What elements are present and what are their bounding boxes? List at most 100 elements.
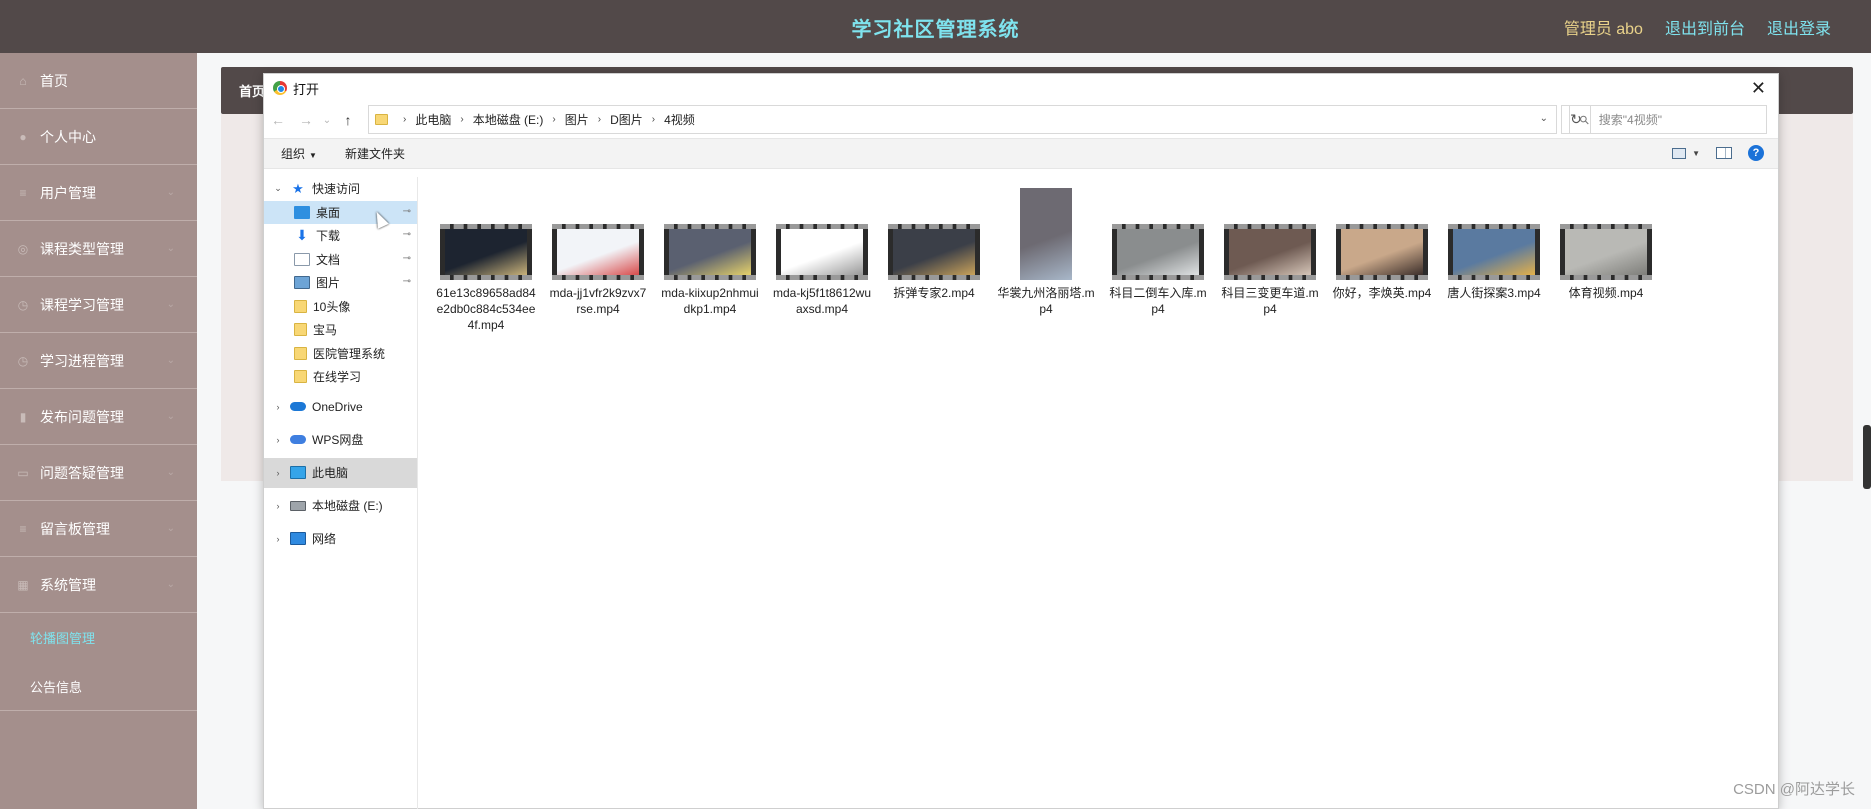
pic-icon <box>294 276 310 290</box>
path-segment[interactable]: 此电脑 <box>415 111 451 128</box>
back-icon[interactable]: ← <box>264 112 292 128</box>
desk-icon <box>294 205 310 219</box>
tree-item[interactable]: 文档 ⊸ <box>264 248 417 272</box>
path-segment[interactable]: 4视频 <box>664 111 695 128</box>
tree-item[interactable]: 桌面 ⊸ <box>264 200 417 224</box>
sidebar-item-8[interactable]: ≡ 留言板管理 ⌄ <box>0 501 197 557</box>
admin-label: 管理员 abo <box>1563 21 1643 38</box>
forward-icon[interactable]: → <box>292 112 320 128</box>
sidebar-item-4[interactable]: ◷ 课程学习管理 ⌄ <box>0 277 197 333</box>
sidebar-item-1[interactable]: ● 个人中心 <box>0 109 197 165</box>
video-thumbnail <box>440 224 532 280</box>
video-thumbnail <box>1336 224 1428 280</box>
sidebar-item-label: 首页 <box>40 72 68 89</box>
chevron-right-icon[interactable]: › <box>272 501 284 511</box>
organize-button[interactable]: 组织 ▼ <box>281 145 317 162</box>
breadcrumb[interactable]: 首页 <box>239 81 265 100</box>
chevron-right-icon[interactable]: › <box>272 402 284 412</box>
path-segment[interactable]: 本地磁盘 (E:) <box>473 111 544 128</box>
file-item[interactable]: mda-jj1vfr2k9zvx7rse.mp4 <box>542 184 654 333</box>
pin-icon[interactable]: ⊸ <box>403 206 411 217</box>
chevron-down-icon[interactable]: ⌄ <box>272 183 284 194</box>
fold-icon <box>294 370 307 384</box>
sidebar-item-label: 系统管理 <box>40 576 96 593</box>
preview-pane-icon[interactable] <box>1716 147 1732 159</box>
pin-icon[interactable]: ⊸ <box>403 253 411 264</box>
fold-icon <box>294 323 307 337</box>
file-name: 科目二倒车入库.mp4 <box>1109 286 1207 316</box>
file-item[interactable]: mda-kiixup2nhmuidkp1.mp4 <box>654 184 766 333</box>
file-name: 唐人街探案3.mp4 <box>1447 286 1541 300</box>
chevron-right-icon[interactable]: › <box>272 468 284 478</box>
chevron-right-icon[interactable]: › <box>272 534 284 544</box>
dialog-toolbar: 组织 ▼ 新建文件夹 ▼ ? <box>264 138 1778 169</box>
new-folder-button[interactable]: 新建文件夹 <box>345 145 405 162</box>
tree-item[interactable]: ⌄ ★ 快速访问 <box>264 177 417 201</box>
tree-item[interactable]: › OneDrive <box>264 392 417 422</box>
sidebar-subitem-0[interactable]: 轮播图管理 <box>0 613 197 662</box>
chevron-down-icon: ⌄ <box>166 523 175 534</box>
recent-locations-icon[interactable]: ⌄ <box>320 115 334 126</box>
home-icon: ⌂ <box>19 73 27 88</box>
tree-item[interactable]: › 此电脑 <box>264 457 417 488</box>
tree-item[interactable]: › 本地磁盘 (E:) <box>264 491 417 521</box>
help-icon[interactable]: ? <box>1748 145 1764 161</box>
sidebar-item-label: 发布问题管理 <box>40 408 124 425</box>
sidebar-item-2[interactable]: ≡ 用户管理 ⌄ <box>0 165 197 221</box>
chevron-down-icon[interactable]: ▼ <box>1692 149 1700 158</box>
tree-item[interactable]: 医院管理系统 <box>264 342 417 366</box>
file-item[interactable]: 科目二倒车入库.mp4 <box>1102 184 1214 333</box>
search-input[interactable]: ⚲ 搜索"4视频" <box>1569 105 1767 134</box>
file-item[interactable]: 61e13c89658ad84e2db0c884c534ee4f.mp4 <box>430 184 542 333</box>
book-icon: ◷ <box>17 297 29 312</box>
sidebar-subitem-1[interactable]: 公告信息 <box>0 662 197 711</box>
up-icon[interactable]: ↑ <box>334 112 362 128</box>
tree-item[interactable]: 在线学习 <box>264 365 417 389</box>
tree-item[interactable]: 10头像 <box>264 295 417 319</box>
close-icon[interactable]: ✕ <box>1751 78 1766 99</box>
sidebar-item-5[interactable]: ◷ 学习进程管理 ⌄ <box>0 333 197 389</box>
tag-icon: ◎ <box>17 241 29 256</box>
path-segment[interactable]: 图片 <box>565 111 589 128</box>
logout-link[interactable]: 退出登录 <box>1767 15 1831 39</box>
file-item[interactable]: 科目三变更车道.mp4 <box>1214 184 1326 333</box>
tree-item-label: 医院管理系统 <box>313 346 386 361</box>
sidebar-item-label: 个人中心 <box>40 128 96 145</box>
tree-item[interactable]: › WPS网盘 <box>264 425 417 455</box>
sidebar-item-label: 留言板管理 <box>40 520 110 537</box>
video-thumbnail <box>1448 224 1540 280</box>
address-bar[interactable]: › 此电脑 › 本地磁盘 (E:) › 图片 › D图片 › 4视频 ⌄ <box>368 105 1557 134</box>
sidebar-item-3[interactable]: ◎ 课程类型管理 ⌄ <box>0 221 197 277</box>
file-item[interactable]: 拆弹专家2.mp4 <box>878 184 990 333</box>
sidebar-item-9[interactable]: ▦ 系统管理 ⌄ <box>0 557 197 613</box>
sidebar: ⌂ 首页 ● 个人中心 ≡ 用户管理 ⌄ ◎ 课程类型管理 ⌄ ◷ 课程学习管理 ⌄ ◷ 学习进程管理 ⌄ ▮ 发… <box>0 53 197 809</box>
path-segment[interactable]: D图片 <box>610 111 643 128</box>
sidebar-item-7[interactable]: ▭ 问题答疑管理 ⌄ <box>0 445 197 501</box>
file-item[interactable]: mda-kj5f1t8612wuaxsd.mp4 <box>766 184 878 333</box>
file-item[interactable]: 体育视频.mp4 <box>1550 184 1662 333</box>
tree-item-label: 10头像 <box>313 299 351 314</box>
file-item[interactable]: 唐人街探案3.mp4 <box>1438 184 1550 333</box>
tree-item[interactable]: ⬇ 下载 ⊸ <box>264 224 417 248</box>
page-scrollbar[interactable] <box>1863 425 1871 489</box>
sidebar-item-6[interactable]: ▮ 发布问题管理 ⌄ <box>0 389 197 445</box>
pin-icon[interactable]: ⊸ <box>403 229 411 240</box>
front-link[interactable]: 退出到前台 <box>1665 15 1745 39</box>
sidebar-item-0[interactable]: ⌂ 首页 <box>0 53 197 109</box>
search-placeholder: 搜索"4视频" <box>1598 113 1662 127</box>
fold-icon <box>294 299 307 313</box>
fold-icon <box>294 346 307 360</box>
chevron-down-icon[interactable]: ⌄ <box>1540 113 1548 124</box>
file-item[interactable]: 华裳九州洛丽塔.mp4 <box>990 184 1102 333</box>
view-options-icon[interactable] <box>1672 147 1687 159</box>
pin-icon[interactable]: ⊸ <box>403 276 411 287</box>
progress-icon: ◷ <box>17 353 29 368</box>
file-name: 华裳九州洛丽塔.mp4 <box>997 286 1095 316</box>
file-item[interactable]: 你好，李焕英.mp4 <box>1326 184 1438 333</box>
tree-item[interactable]: › 网络 <box>264 524 417 554</box>
tree-item[interactable]: 图片 ⊸ <box>264 271 417 295</box>
navigation-tree: ⌄ ★ 快速访问 桌面 ⊸ ⬇ 下载 ⊸ 文档 ⊸ 图片 ⊸ 10头像宝马医院管理系统在线学习 › OneD… <box>264 177 418 809</box>
chevron-right-icon[interactable]: › <box>272 435 284 445</box>
tree-item[interactable]: 宝马 <box>264 318 417 342</box>
disk-icon <box>290 500 306 511</box>
